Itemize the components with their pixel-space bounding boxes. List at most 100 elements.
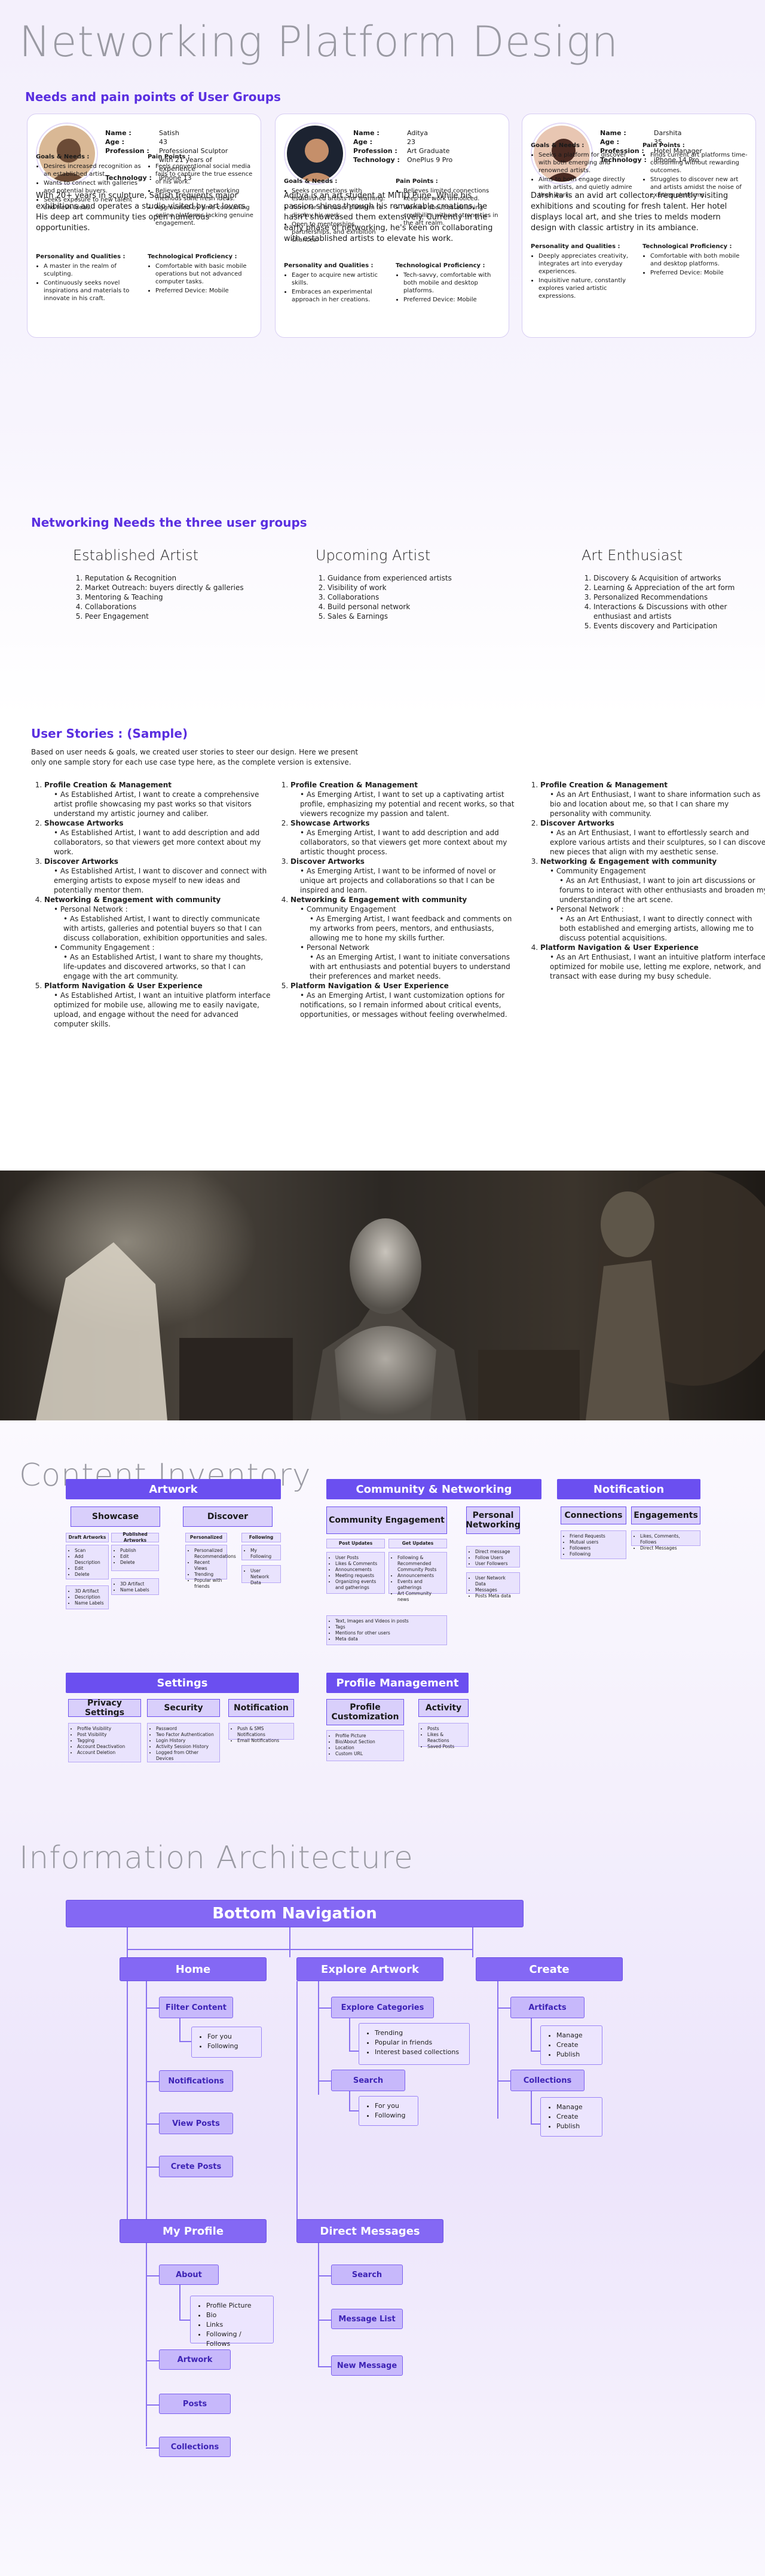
need-column: Established Artist Reputation & Recogniti… — [73, 547, 252, 621]
search-items-item: Following — [375, 2111, 409, 2120]
personalized-box: Personalized — [185, 1533, 227, 1542]
need-item: Sales & Earnings — [328, 612, 495, 621]
personality-item: Deeply appreciates creativity, integrate… — [538, 252, 637, 276]
personality-item: Continuously seeks novel inspirations an… — [44, 279, 142, 302]
personal-networking-box: Personal Networking — [466, 1507, 521, 1534]
story-text: As an Art Enthusiast, I want an intuitiv… — [550, 952, 765, 981]
security-items: PasswordTwo Factor AuthenticationLogin H… — [147, 1723, 220, 1762]
story-text: As Emerging Artist, I want to set up a c… — [300, 790, 520, 818]
tech-item: Preferred Device: Mobile — [403, 296, 501, 304]
connector-line — [318, 2007, 331, 2009]
privacy-items-item: Post Visibility — [77, 1732, 137, 1738]
need-item: Personalized Recommendations — [593, 592, 761, 602]
story-item: Networking & Engagement with communityCo… — [290, 895, 520, 981]
about-items-list: Profile PictureBioLinksFollowing / Follo… — [199, 2301, 265, 2349]
personalized-items-item: Popular with friends — [194, 1578, 223, 1590]
story-sub: As Established Artist, I want to add des… — [44, 828, 274, 857]
new-message-box: New Message — [331, 2355, 403, 2376]
connector-line — [146, 2404, 159, 2406]
personality-item: Inquisitive nature, constantly explores … — [538, 277, 637, 300]
story-heading: Platform Navigation & User Experience — [540, 943, 699, 952]
connector-line — [289, 1949, 290, 1957]
goals-label: Goals & Needs : — [36, 154, 90, 160]
collection-items: ManageCreatePublish — [540, 2097, 602, 2137]
privacy-box: Privacy Settings — [68, 1698, 141, 1718]
need-title: Established Artist — [73, 547, 198, 564]
engagement-more-item: Tags — [335, 1624, 443, 1630]
persona-technology-label: Technology : — [353, 156, 400, 164]
persona-goals-pain: Goals & Needs : Seeks a platform for disc… — [531, 142, 748, 200]
connector-line — [289, 1927, 290, 1949]
pain-point-item: Believes current networking methods stif… — [155, 187, 253, 203]
persona-name-value: Darshita — [654, 129, 682, 137]
get-items-item: Art Community news — [397, 1591, 443, 1603]
tech-item: Comfortable with basic mobile operations… — [155, 262, 253, 286]
story-item: Networking & Engagement with communityPe… — [44, 895, 274, 981]
personal-items-list: Direct messageFollow UsersUser Followers — [470, 1549, 516, 1567]
explore-category-items-list: TrendingPopular in friendsInterest based… — [368, 2028, 461, 2057]
customization-items-item: Custom URL — [335, 1751, 400, 1757]
story-column: Profile Creation & ManagementAs an Art E… — [531, 780, 765, 981]
draft-items-item: Edit — [75, 1566, 105, 1572]
story-text: As an Established Artist, I want to shar… — [63, 952, 274, 981]
persona-name-label: Name : — [600, 129, 626, 137]
connector-line — [531, 2123, 540, 2125]
draft-more-item: Description — [75, 1594, 105, 1600]
need-column: Art Enthusiast Discovery & Acquisition of… — [582, 547, 761, 631]
get-items-item: Announcements — [397, 1573, 443, 1579]
personas-heading: Needs and pain points of User Groups — [25, 90, 281, 104]
story-text: As Established Artist, I want to discove… — [54, 866, 274, 895]
engagement-items: Likes, Comments, FollowsDirect Messages — [631, 1530, 700, 1551]
need-item: Discovery & Acquisition of artworks — [593, 573, 761, 583]
story-network-a-sub: As an Art Enthusiast, I want to join art… — [550, 876, 765, 904]
privacy-items: Profile VisibilityPost VisibilityTagging… — [68, 1723, 141, 1762]
persona-name-value: Satish — [159, 129, 179, 137]
need-item: Collaborations — [328, 592, 495, 602]
connector-line — [318, 2275, 331, 2276]
story-sub: As Emerging Artist, I want to set up a c… — [290, 790, 520, 818]
engagements-box: Engagements — [631, 1507, 700, 1524]
connector-line — [127, 1927, 128, 1949]
customization-items-list: Profile PictureBio/About SectionLocation… — [331, 1733, 400, 1757]
privacy-items-list: Profile VisibilityPost VisibilityTagging… — [72, 1726, 137, 1756]
following-more-item: User Network Data — [250, 1568, 277, 1586]
activity-box: Activity — [418, 1699, 469, 1717]
security-items-item: Two Factor Authentication — [156, 1732, 216, 1738]
persona-personality-tech: Personality and Qualities : A master in t… — [36, 253, 253, 304]
connector-line — [296, 1981, 298, 2220]
search-box: Search — [331, 2070, 405, 2091]
connection-items-item: Following — [570, 1551, 622, 1557]
story-sub: As Emerging Artist, I want to be informe… — [290, 866, 520, 895]
story-column: Profile Creation & ManagementAs Emerging… — [281, 780, 520, 1019]
pain-point-item: Aggravated by time-consuming online plat… — [155, 204, 253, 227]
notification-items-item: Email Notifications — [237, 1738, 290, 1744]
connector-line — [497, 1981, 498, 2119]
draft-items: ScanAdd DescriptionEditDelete — [66, 1545, 109, 1579]
pain-label: Pain Points : — [642, 142, 685, 149]
collection-items-item: Manage — [556, 2103, 593, 2112]
goal-item: Aims for a broader platform to display h… — [292, 204, 390, 219]
notification-items: Push & SMS NotificationsEmail Notificati… — [228, 1723, 294, 1743]
following-items: My Following — [241, 1545, 281, 1560]
collections-box: Collections — [159, 2437, 231, 2457]
tech-label: Technological Proficiency : — [148, 253, 237, 260]
goal-list: Seeks connections with established artis… — [284, 187, 390, 244]
connector-line — [318, 2243, 319, 2366]
story-text: As an Art Enthusiast, I want to share in… — [550, 790, 765, 818]
engagement-more-item: Text, Images and Videos in posts — [335, 1618, 443, 1624]
goal-item: Desires increased recognition as an esta… — [44, 163, 142, 178]
direct-messages-box: Direct Messages — [296, 2219, 443, 2243]
tech-list: Comfortable with both mobile and desktop… — [642, 252, 748, 277]
pain-label: Pain Points : — [396, 178, 438, 185]
personality-column: Personality and Qualities : Eager to acqu… — [284, 262, 390, 305]
story-heading: Profile Creation & Management — [540, 781, 668, 789]
draft-more-item: 3D Artifact — [75, 1588, 105, 1594]
published-more-item: Name Labels — [120, 1587, 155, 1593]
story-text: As an Art Enthusiast, I want to join art… — [559, 876, 765, 904]
activity-items-list: PostsLikes & ReactionsSaved Posts — [423, 1726, 464, 1750]
artwork-box: Artwork — [159, 2349, 231, 2370]
connector-line — [318, 2320, 331, 2321]
pain-column: Pain Points : Finds current art platforms… — [642, 142, 748, 200]
privacy-items-item: Profile Visibility — [77, 1726, 137, 1732]
story-sub: As an Art Enthusiast, I want to share in… — [540, 790, 765, 818]
